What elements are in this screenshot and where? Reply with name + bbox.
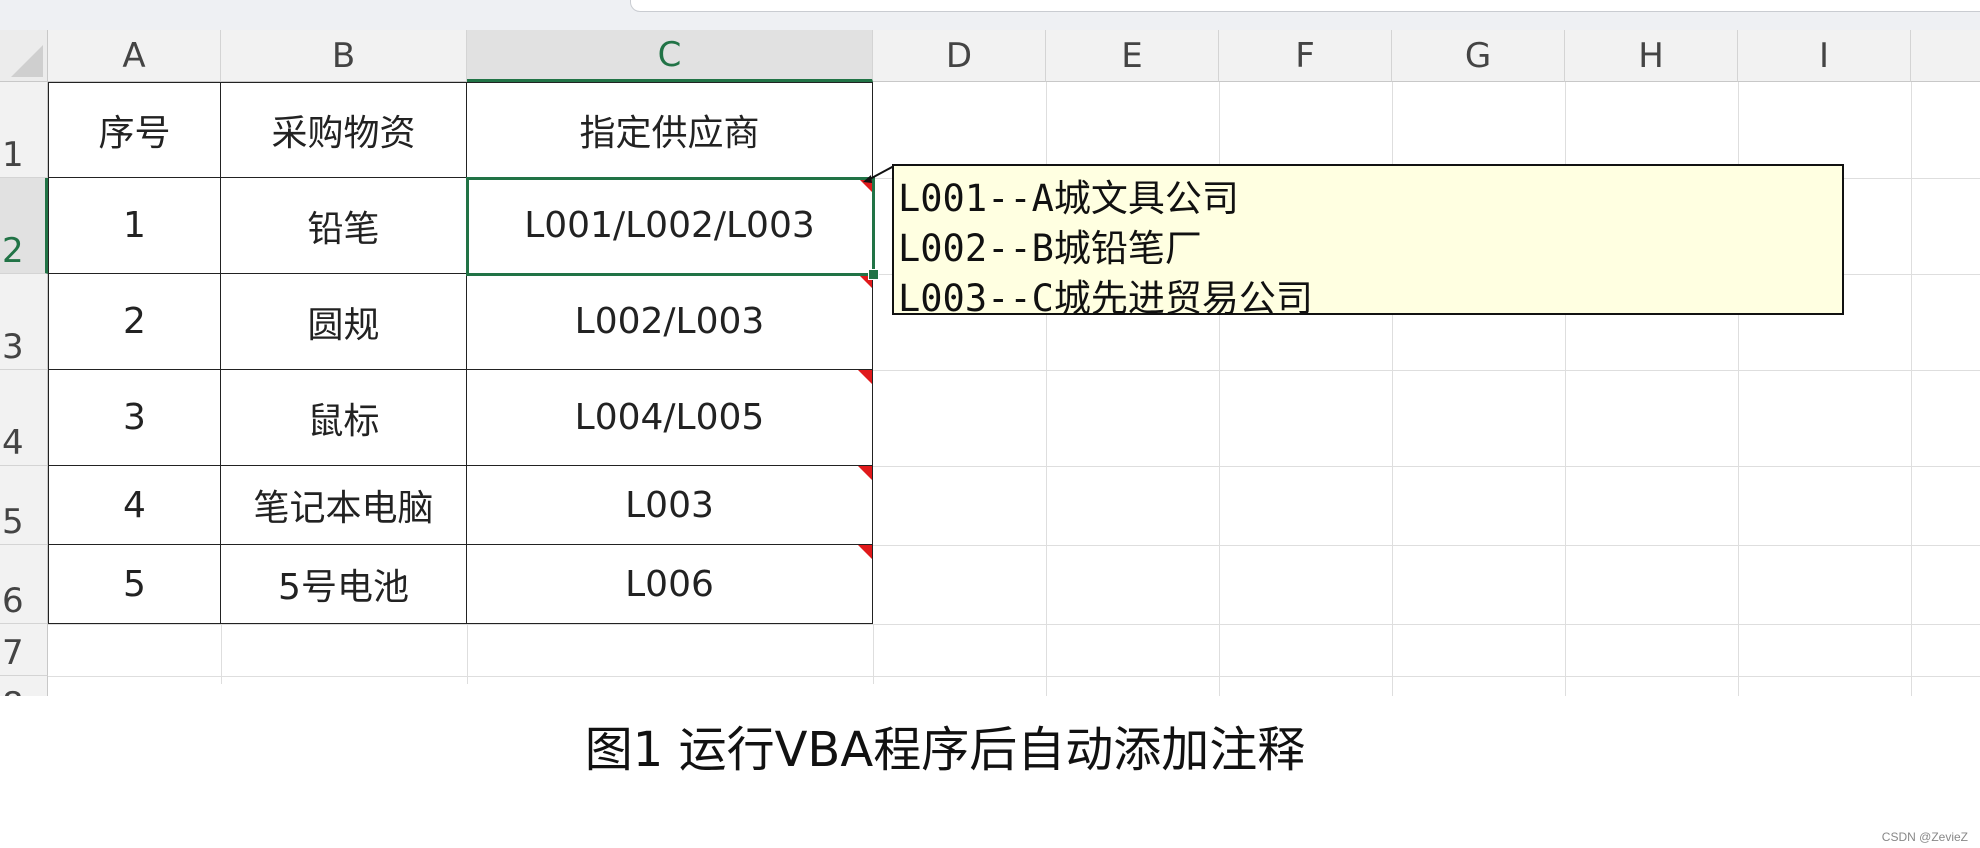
cell-c3-text: L002/L003 (574, 301, 765, 342)
row-header-6[interactable]: 6 (0, 545, 48, 624)
gridline (221, 624, 222, 684)
column-header-i[interactable]: I (1738, 30, 1911, 82)
gridline (873, 624, 874, 684)
figure-caption: 图1 运行VBA程序后自动添加注释 (584, 722, 1306, 778)
row-header-1[interactable]: 1 (0, 82, 48, 178)
row-header-3[interactable]: 3 (0, 274, 48, 370)
column-header-b[interactable]: B (221, 30, 467, 82)
toolbar-strip (0, 0, 1980, 30)
row-header-8[interactable]: 8 (0, 676, 48, 696)
row-header-4[interactable]: 4 (0, 370, 48, 466)
row-header-7[interactable]: 7 (0, 624, 48, 676)
comment-line: L001--A城文具公司 (898, 177, 1239, 220)
cell-b1[interactable]: 采购物资 (221, 82, 467, 178)
select-all-icon (11, 45, 43, 77)
cell-b5[interactable]: 笔记本电脑 (221, 466, 467, 545)
fill-handle[interactable] (868, 269, 879, 280)
column-header-c[interactable]: C (467, 30, 873, 82)
row-header-5[interactable]: 5 (0, 466, 48, 545)
column-header-e[interactable]: E (1046, 30, 1219, 82)
column-header-h[interactable]: H (1565, 30, 1738, 82)
cell-b4[interactable]: 鼠标 (221, 370, 467, 466)
comment-line: L002--B城铅笔厂 (898, 227, 1202, 270)
cell-a6[interactable]: 5 (48, 545, 221, 624)
spreadsheet-grid[interactable]: A B C D E F G H I 1 2 3 4 5 6 7 8 序号 采购物… (0, 30, 1980, 696)
gridline (48, 624, 1980, 625)
comment-line: L003--C城先进贸易公司 (898, 277, 1313, 320)
cell-c6-text: L006 (625, 563, 714, 605)
cell-b2[interactable]: 铅笔 (221, 178, 467, 274)
column-header-d[interactable]: D (873, 30, 1046, 82)
cell-c5-text: L003 (625, 484, 714, 526)
cell-a1[interactable]: 序号 (48, 82, 221, 178)
cell-comment-box[interactable]: L001--A城文具公司 L002--B城铅笔厂 L003--C城先进贸易公司 (892, 164, 1844, 320)
active-cell-selection (466, 177, 875, 276)
cell-c4-text: L004/L005 (574, 397, 765, 438)
cell-a2[interactable]: 1 (48, 178, 221, 274)
cell-c5[interactable]: L003 (467, 466, 873, 545)
cell-c4[interactable]: L004/L005 (467, 370, 873, 466)
cell-c6[interactable]: L006 (467, 545, 873, 624)
row-header-2[interactable]: 2 (0, 178, 48, 274)
comment-indicator-icon[interactable] (858, 466, 872, 480)
watermark: CSDN @ZevieZ (1881, 830, 1968, 844)
cell-b6[interactable]: 5号电池 (221, 545, 467, 624)
cell-c1[interactable]: 指定供应商 (467, 82, 873, 178)
cell-a5[interactable]: 4 (48, 466, 221, 545)
select-all-corner[interactable] (0, 30, 48, 82)
comment-indicator-icon[interactable] (858, 545, 872, 559)
cell-a3[interactable]: 2 (48, 274, 221, 370)
cell-b3[interactable]: 圆规 (221, 274, 467, 370)
column-header-partial[interactable] (1911, 30, 1980, 82)
column-header-g[interactable]: G (1392, 30, 1565, 82)
gridline (1911, 82, 1912, 696)
cell-c3[interactable]: L002/L003 (467, 274, 873, 370)
column-header-a[interactable]: A (48, 30, 221, 82)
comment-indicator-icon[interactable] (858, 370, 872, 384)
cell-a4[interactable]: 3 (48, 370, 221, 466)
column-header-f[interactable]: F (1219, 30, 1392, 82)
gridline (48, 676, 1980, 677)
gridline (467, 624, 468, 684)
formula-bar[interactable] (630, 0, 1980, 12)
